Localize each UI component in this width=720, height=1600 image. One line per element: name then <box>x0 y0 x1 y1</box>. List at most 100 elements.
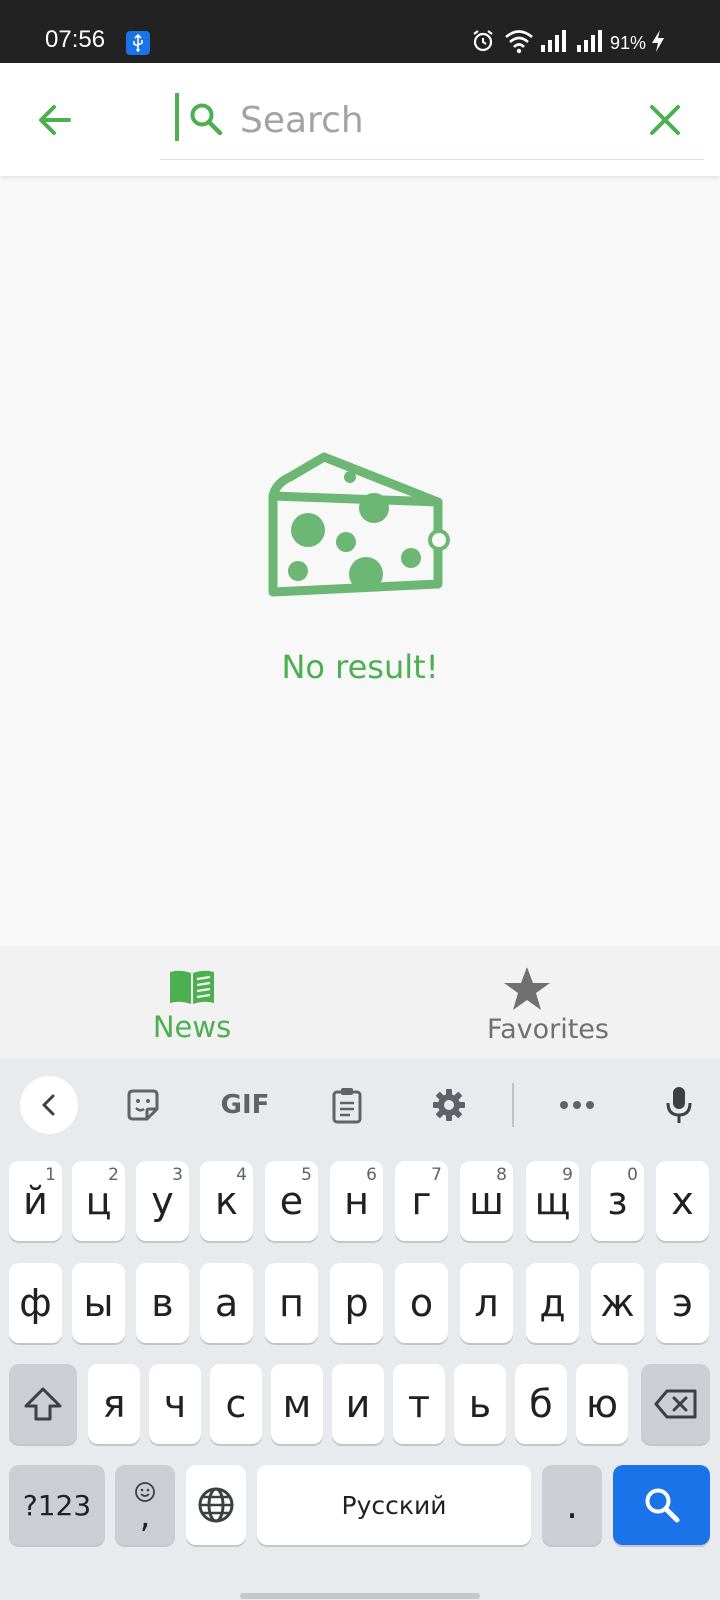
shift-key[interactable] <box>9 1364 77 1444</box>
key-label: ч <box>163 1382 187 1426</box>
keyboard-collapse-button[interactable] <box>20 1076 78 1134</box>
emoji-comma-key[interactable]: , <box>115 1465 175 1545</box>
key-в[interactable]: в <box>136 1263 189 1343</box>
key-х[interactable]: х <box>656 1161 709 1241</box>
keyboard: GIF й1 ц2 у3 к4 е5 н6 г7 ш8 щ9 з0 х ф ы … <box>0 1058 720 1600</box>
language-key[interactable] <box>186 1465 246 1545</box>
backspace-key[interactable] <box>641 1364 710 1444</box>
more-button[interactable] <box>552 1076 602 1134</box>
key-к[interactable]: к4 <box>200 1161 253 1241</box>
clear-search-button[interactable] <box>640 95 690 145</box>
search-icon <box>645 1488 679 1523</box>
key-label: х <box>671 1179 694 1223</box>
key-hint: 6 <box>366 1165 377 1185</box>
arrow-left-icon <box>39 105 71 135</box>
alarm-icon <box>470 28 496 59</box>
key-label: л <box>474 1281 499 1325</box>
key-label: м <box>282 1382 312 1426</box>
more-icon <box>560 1101 594 1109</box>
key-з[interactable]: з0 <box>591 1161 644 1241</box>
key-э[interactable]: э <box>656 1263 709 1343</box>
period-key[interactable]: . <box>542 1465 602 1545</box>
key-ф[interactable]: ф <box>9 1263 62 1343</box>
key-label: ф <box>19 1281 52 1325</box>
key-label: щ <box>534 1179 571 1223</box>
star-icon <box>503 966 551 1017</box>
mic-icon <box>666 1087 692 1123</box>
nav-item-favorites[interactable]: Favorites <box>360 946 720 1058</box>
key-у[interactable]: у3 <box>136 1161 189 1241</box>
key-label: ь <box>468 1382 492 1426</box>
gif-button[interactable]: GIF <box>210 1076 280 1134</box>
key-hint: 5 <box>301 1165 312 1185</box>
comma-label: , <box>139 1496 151 1536</box>
key-ж[interactable]: ж <box>591 1263 644 1343</box>
keyboard-settings-button[interactable] <box>424 1076 474 1134</box>
key-й[interactable]: й1 <box>9 1161 62 1241</box>
key-м[interactable]: м <box>271 1364 323 1444</box>
text-cursor <box>175 93 179 141</box>
key-щ[interactable]: щ9 <box>526 1161 579 1241</box>
key-я[interactable]: я <box>88 1364 140 1444</box>
clipboard-button[interactable] <box>322 1076 372 1134</box>
key-label: ы <box>83 1281 114 1325</box>
search-input[interactable] <box>240 95 640 145</box>
sticker-button[interactable] <box>118 1076 168 1134</box>
key-е[interactable]: е5 <box>265 1161 318 1241</box>
key-hint: 1 <box>45 1165 56 1185</box>
status-time: 07:56 <box>45 26 106 53</box>
key-hint: 2 <box>108 1165 119 1185</box>
bottom-navigation: News Favorites <box>0 946 720 1058</box>
key-label: и <box>345 1382 371 1426</box>
key-hint: 3 <box>172 1165 183 1185</box>
space-key[interactable]: Русский <box>257 1465 531 1545</box>
key-ч[interactable]: ч <box>149 1364 201 1444</box>
key-label: у <box>151 1179 174 1223</box>
key-hint: 0 <box>627 1165 638 1185</box>
key-о[interactable]: о <box>395 1263 448 1343</box>
key-б[interactable]: б <box>515 1364 567 1444</box>
key-ш[interactable]: ш8 <box>460 1161 513 1241</box>
status-icons: 91% <box>470 28 666 58</box>
signal-icon <box>540 29 568 58</box>
nav-item-news[interactable]: News <box>0 946 360 1058</box>
cheese-icon <box>268 450 450 609</box>
key-label: б <box>529 1382 553 1426</box>
key-п[interactable]: п <box>265 1263 318 1343</box>
key-ы[interactable]: ы <box>72 1263 125 1343</box>
key-р[interactable]: р <box>330 1263 383 1343</box>
key-label: д <box>539 1281 566 1325</box>
key-ц[interactable]: ц2 <box>72 1161 125 1241</box>
key-ю[interactable]: ю <box>576 1364 628 1444</box>
search-icon <box>188 101 224 142</box>
key-а[interactable]: а <box>200 1263 253 1343</box>
toolbar-divider <box>512 1083 514 1127</box>
search-action-key[interactable] <box>613 1465 710 1545</box>
key-label: э <box>672 1281 693 1325</box>
key-label: о <box>409 1281 434 1325</box>
key-д[interactable]: д <box>526 1263 579 1343</box>
key-и[interactable]: и <box>332 1364 384 1444</box>
key-label: п <box>279 1281 304 1325</box>
key-label: г <box>411 1179 432 1223</box>
back-button[interactable] <box>28 93 82 147</box>
symbols-key[interactable]: ?123 <box>9 1465 105 1545</box>
key-с[interactable]: с <box>210 1364 262 1444</box>
back-icon <box>42 1094 55 1116</box>
key-ь[interactable]: ь <box>454 1364 506 1444</box>
key-л[interactable]: л <box>460 1263 513 1343</box>
charging-icon <box>650 29 666 58</box>
key-н[interactable]: н6 <box>330 1161 383 1241</box>
globe-icon <box>198 1487 234 1523</box>
key-label: к <box>215 1179 238 1223</box>
key-label: й <box>23 1179 48 1223</box>
key-т[interactable]: т <box>393 1364 445 1444</box>
search-field[interactable] <box>160 87 704 160</box>
key-г[interactable]: г7 <box>395 1161 448 1241</box>
nav-label-favorites: Favorites <box>487 1014 609 1045</box>
empty-state-message: No result! <box>281 648 439 686</box>
voice-input-button[interactable] <box>654 1076 704 1134</box>
key-label: ш <box>469 1179 504 1223</box>
key-label: ж <box>600 1281 635 1325</box>
key-label: р <box>344 1281 369 1325</box>
